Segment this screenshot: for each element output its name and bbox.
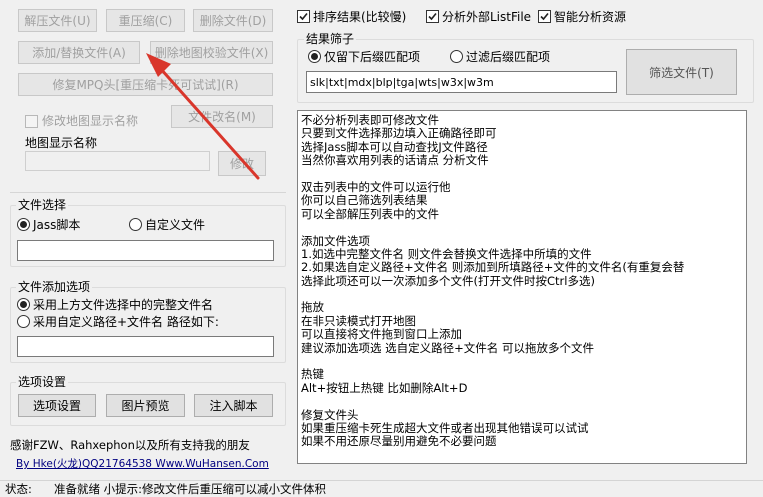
help-text-line: 添加文件选项 bbox=[301, 233, 370, 248]
add-replace-file-button[interactable]: 添加/替换文件(A) bbox=[18, 41, 140, 64]
check-icon bbox=[299, 12, 308, 21]
settings-title: 选项设置 bbox=[16, 375, 69, 389]
full-filename-radio[interactable] bbox=[17, 298, 30, 311]
help-text-line: 不必分析列表即可修改文件 bbox=[301, 113, 439, 127]
help-text-line: 选择此项还可以一次添加多个文件(打开文件时按Ctrl多选) bbox=[301, 273, 595, 288]
credits-thanks: 感谢FZW、Rahxephon以及所有支持我的朋友 bbox=[10, 438, 250, 452]
custom-path-input[interactable] bbox=[17, 336, 274, 357]
delete-file-button[interactable]: 删除文件(D) bbox=[193, 9, 273, 32]
modify-map-name-button[interactable]: 修改 bbox=[218, 151, 266, 176]
help-text-line: 热键 bbox=[301, 367, 324, 382]
decompress-button[interactable]: 解压文件(U) bbox=[18, 9, 97, 32]
filter-title: 结果筛子 bbox=[304, 32, 357, 46]
sort-results-label: 排序结果(比较慢) bbox=[313, 10, 407, 24]
sort-results-checkbox[interactable] bbox=[297, 10, 310, 23]
custom-file-radio[interactable] bbox=[129, 218, 142, 231]
recompress-button[interactable]: 重压缩(C) bbox=[106, 9, 185, 32]
help-text-line: 只要到文件选择那边填入正确路径即可 bbox=[301, 126, 497, 141]
status-message: 准备就绪 小提示:修改文件后重压缩可以减小文件体积 bbox=[54, 482, 327, 496]
help-text-line bbox=[301, 395, 743, 408]
file-path-input[interactable] bbox=[17, 240, 274, 261]
author-website-link[interactable]: By Hke(火龙)QQ21764538 Www.WuHansen.Com bbox=[16, 457, 269, 471]
custom-path-label: 采用自定义路径+文件名 路径如下: bbox=[33, 315, 219, 329]
custom-path-radio[interactable] bbox=[17, 315, 30, 328]
help-text-line bbox=[301, 355, 743, 368]
analyze-listfile-checkbox[interactable] bbox=[426, 10, 439, 23]
help-text-line: 选择Jass脚本可以自动查找J文件路径 bbox=[301, 139, 488, 154]
map-name-field-label: 地图显示名称 bbox=[25, 136, 98, 150]
help-text-line: 1.如选中完整文件名 则文件会替换文件选择中所填的文件 bbox=[301, 246, 592, 261]
help-text-line: 如果重压缩卡死生成超大文件或者出现其他错误可以试试 bbox=[301, 420, 589, 435]
inject-script-button[interactable]: 注入脚本 bbox=[194, 394, 273, 417]
help-text-line: 当然你喜欢用列表的话请点 分析文件 bbox=[301, 153, 489, 168]
repair-mpq-header-button[interactable]: 修复MPQ头[重压缩卡死可试试](R) bbox=[18, 73, 273, 96]
add-options-title: 文件添加选项 bbox=[16, 280, 93, 294]
filter-files-button[interactable]: 筛选文件(T) bbox=[626, 49, 737, 95]
options-settings-button[interactable]: 选项设置 bbox=[18, 394, 96, 417]
help-text-line: 拖放 bbox=[301, 300, 324, 315]
image-preview-button[interactable]: 图片预览 bbox=[106, 394, 185, 417]
help-text-line: 可以直接将文件拖到窗口上添加 bbox=[301, 327, 462, 342]
divider bbox=[10, 192, 286, 193]
help-text-line bbox=[301, 168, 743, 181]
help-text-line: 在非只读模式打开地图 bbox=[301, 313, 416, 328]
smart-analyze-label: 智能分析资源 bbox=[554, 10, 627, 24]
check-icon bbox=[428, 12, 437, 21]
map-name-input[interactable] bbox=[25, 151, 210, 171]
status-bar: 状态: 准备就绪 小提示:修改文件后重压缩可以减小文件体积 bbox=[0, 480, 763, 497]
extension-filter-input[interactable]: slk|txt|mdx|blp|tga|wts|w3x|w3m bbox=[306, 71, 617, 93]
help-text-line: 建议添加选项选 选自定义路径+文件名 可以拖放多个文件 bbox=[301, 340, 594, 355]
file-select-title: 文件选择 bbox=[16, 198, 69, 212]
help-text-line: Alt+按钮上热键 比如删除Alt+D bbox=[301, 380, 468, 395]
help-text-line: 如果不用还原尽量别用避免不必要问题 bbox=[301, 434, 497, 449]
help-text-line: 双击列表中的文件可以运行他 bbox=[301, 179, 451, 194]
help-text-line: 你可以自己筛选列表结果 bbox=[301, 193, 428, 208]
exclude-matched-label: 过滤后缀匹配项 bbox=[466, 50, 551, 64]
delete-map-verify-button[interactable]: 删除地图校验文件(X) bbox=[150, 41, 273, 64]
analyze-listfile-label: 分析外部ListFile bbox=[442, 10, 532, 24]
modify-map-name-label: 修改地图显示名称 bbox=[42, 114, 139, 128]
smart-analyze-checkbox[interactable] bbox=[538, 10, 551, 23]
jass-script-label: Jass脚本 bbox=[33, 218, 81, 232]
keep-matched-label: 仅留下后缀匹配项 bbox=[324, 50, 421, 64]
help-text-line bbox=[301, 288, 743, 301]
exclude-matched-radio[interactable] bbox=[450, 50, 463, 63]
help-text-line: 可以全部解压列表中的文件 bbox=[301, 206, 439, 221]
help-text-line bbox=[301, 221, 743, 234]
jass-script-radio[interactable] bbox=[17, 218, 30, 231]
help-text-area[interactable]: 不必分析列表即可修改文件 只要到文件选择那边填入正确路径即可 选择Jass脚本可以自… bbox=[297, 110, 747, 464]
help-text-line: 修复文件头 bbox=[301, 407, 359, 422]
custom-file-label: 自定义文件 bbox=[145, 218, 206, 232]
help-text-line: 2.如果选自定义路径+文件名 则添加到所填路径+文件的文件名(有重复会替 bbox=[301, 260, 685, 275]
check-icon bbox=[540, 12, 549, 21]
keep-matched-radio[interactable] bbox=[308, 50, 321, 63]
rename-file-button[interactable]: 文件改名(M) bbox=[171, 105, 273, 128]
status-label: 状态: bbox=[5, 482, 32, 496]
modify-map-name-checkbox[interactable] bbox=[25, 115, 38, 128]
full-filename-label: 采用上方文件选择中的完整文件名 bbox=[33, 298, 214, 312]
